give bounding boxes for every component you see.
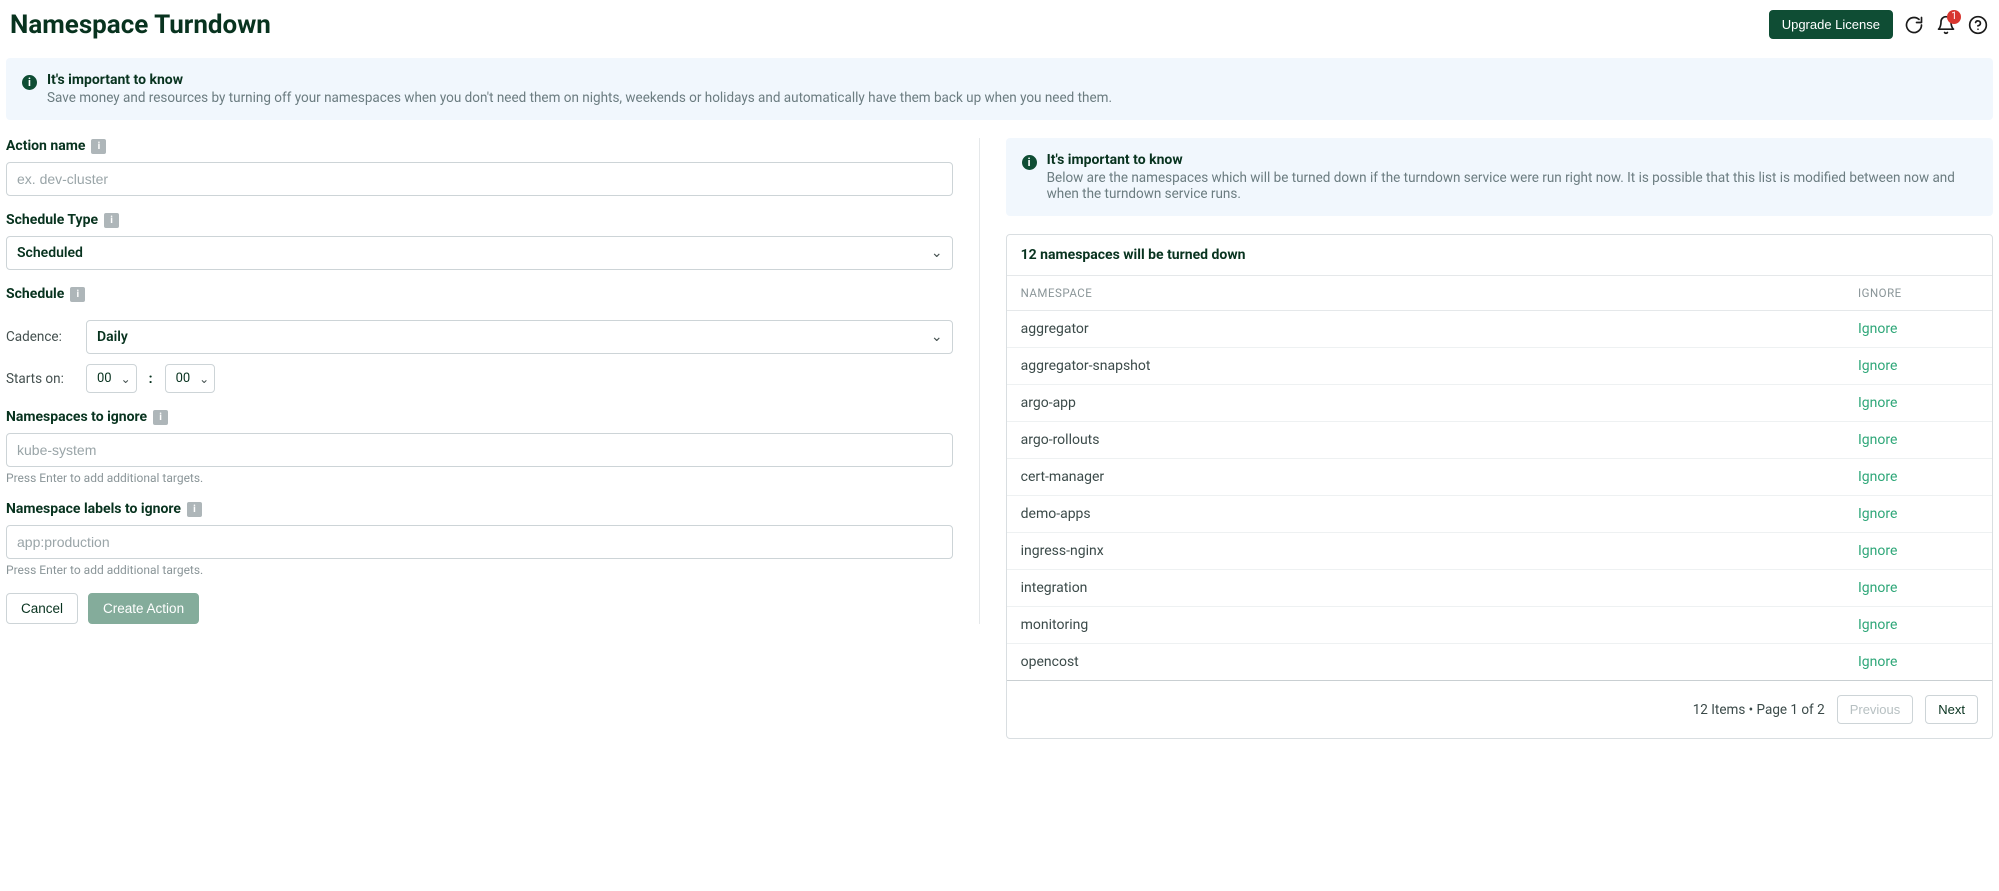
info-icon: i: [1022, 155, 1037, 170]
ignore-link[interactable]: Ignore: [1858, 395, 1897, 411]
namespace-cell: aggregator: [1021, 321, 1858, 337]
upgrade-license-button[interactable]: Upgrade License: [1769, 10, 1893, 39]
namespaces-ignore-input[interactable]: [6, 433, 953, 467]
namespace-cell: ingress-nginx: [1021, 543, 1858, 559]
refresh-icon[interactable]: [1903, 14, 1925, 36]
info-icon[interactable]: i: [153, 410, 168, 425]
info-icon[interactable]: i: [70, 287, 85, 302]
ignore-link[interactable]: Ignore: [1858, 321, 1897, 337]
action-name-input[interactable]: [6, 162, 953, 196]
labels-ignore-hint: Press Enter to add additional targets.: [6, 563, 953, 577]
next-button[interactable]: Next: [1925, 695, 1978, 724]
ignore-link[interactable]: Ignore: [1858, 654, 1897, 670]
namespace-cell: demo-apps: [1021, 506, 1858, 522]
schedule-type-select[interactable]: Scheduled: [6, 236, 953, 270]
help-icon[interactable]: [1967, 14, 1989, 36]
ignore-link[interactable]: Ignore: [1858, 506, 1897, 522]
namespace-cell: argo-rollouts: [1021, 432, 1858, 448]
table-row: argo-appIgnore: [1007, 385, 1992, 422]
start-minute-select[interactable]: 00: [165, 364, 216, 393]
info-icon[interactable]: i: [187, 502, 202, 517]
namespace-cell: opencost: [1021, 654, 1858, 670]
banner-desc: Save money and resources by turning off …: [47, 90, 1112, 106]
ignore-link[interactable]: Ignore: [1858, 432, 1897, 448]
namespace-cell: cert-manager: [1021, 469, 1858, 485]
ignore-link[interactable]: Ignore: [1858, 617, 1897, 633]
banner-title: It's important to know: [47, 72, 1112, 88]
labels-ignore-input[interactable]: [6, 525, 953, 559]
pager-text: 12 Items • Page 1 of 2: [1693, 702, 1825, 718]
start-hour-select[interactable]: 00: [86, 364, 137, 393]
schedule-label: Schedule: [6, 286, 64, 302]
ignore-link[interactable]: Ignore: [1858, 580, 1897, 596]
table-row: argo-rolloutsIgnore: [1007, 422, 1992, 459]
namespace-cell: integration: [1021, 580, 1858, 596]
top-info-banner: i It's important to know Save money and …: [6, 58, 1993, 120]
panel-header: 12 namespaces will be turned down: [1007, 235, 1992, 276]
ignore-link[interactable]: Ignore: [1858, 469, 1897, 485]
bell-icon[interactable]: 1: [1935, 14, 1957, 36]
time-separator: :: [149, 371, 153, 387]
table-row: aggregator-snapshotIgnore: [1007, 348, 1992, 385]
info-icon: i: [22, 75, 37, 90]
create-action-button[interactable]: Create Action: [88, 593, 199, 624]
namespaces-ignore-label: Namespaces to ignore: [6, 409, 147, 425]
table-row: aggregatorIgnore: [1007, 311, 1992, 348]
right-info-banner: i It's important to know Below are the n…: [1006, 138, 1993, 216]
col-ignore: IGNORE: [1858, 286, 1978, 300]
action-name-label: Action name: [6, 138, 85, 154]
page-title: Namespace Turndown: [10, 10, 271, 40]
ignore-link[interactable]: Ignore: [1858, 543, 1897, 559]
info-icon[interactable]: i: [104, 213, 119, 228]
schedule-type-label: Schedule Type: [6, 212, 98, 228]
previous-button[interactable]: Previous: [1837, 695, 1914, 724]
notification-badge: 1: [1947, 10, 1961, 24]
namespace-cell: monitoring: [1021, 617, 1858, 633]
labels-ignore-label: Namespace labels to ignore: [6, 501, 181, 517]
table-row: demo-appsIgnore: [1007, 496, 1992, 533]
namespace-cell: argo-app: [1021, 395, 1858, 411]
table-row: cert-managerIgnore: [1007, 459, 1992, 496]
cadence-label: Cadence:: [6, 329, 74, 345]
starts-on-label: Starts on:: [6, 371, 74, 387]
right-banner-title: It's important to know: [1047, 152, 1977, 168]
right-banner-desc: Below are the namespaces which will be t…: [1047, 170, 1977, 202]
table-row: opencostIgnore: [1007, 644, 1992, 681]
cancel-button[interactable]: Cancel: [6, 593, 78, 624]
namespaces-panel: 12 namespaces will be turned down NAMESP…: [1006, 234, 1993, 739]
cadence-select[interactable]: Daily: [86, 320, 953, 354]
namespaces-ignore-hint: Press Enter to add additional targets.: [6, 471, 953, 485]
table-row: monitoringIgnore: [1007, 607, 1992, 644]
namespace-cell: aggregator-snapshot: [1021, 358, 1858, 374]
ignore-link[interactable]: Ignore: [1858, 358, 1897, 374]
col-namespace: NAMESPACE: [1021, 286, 1858, 300]
info-icon[interactable]: i: [91, 139, 106, 154]
table-row: ingress-nginxIgnore: [1007, 533, 1992, 570]
table-row: integrationIgnore: [1007, 570, 1992, 607]
